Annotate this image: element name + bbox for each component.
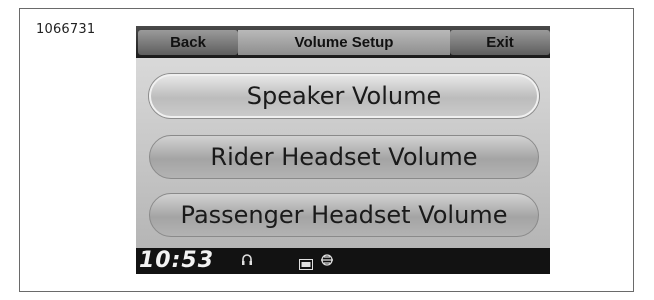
exit-button[interactable]: Exit: [450, 30, 550, 55]
volume-menu: Speaker Volume Rider Headset Volume Pass…: [136, 58, 550, 248]
rider-headset-volume-button[interactable]: Rider Headset Volume: [149, 135, 539, 179]
header-bar: Back Volume Setup Exit: [136, 26, 550, 58]
figure-id: 1066731: [36, 22, 96, 37]
clock: 10:53: [139, 248, 215, 273]
headset-icon: [241, 252, 253, 272]
speaker-volume-button[interactable]: Speaker Volume: [149, 74, 539, 118]
infotainment-screen: Back Volume Setup Exit Speaker Volume Ri…: [136, 26, 550, 274]
status-bar: 10:53: [136, 248, 550, 274]
screen-title: Volume Setup: [238, 30, 450, 55]
passenger-headset-volume-button[interactable]: Passenger Headset Volume: [149, 193, 539, 237]
back-button[interactable]: Back: [138, 30, 238, 55]
motorcycle-icon: [320, 252, 334, 272]
int-icon: [299, 255, 313, 274]
